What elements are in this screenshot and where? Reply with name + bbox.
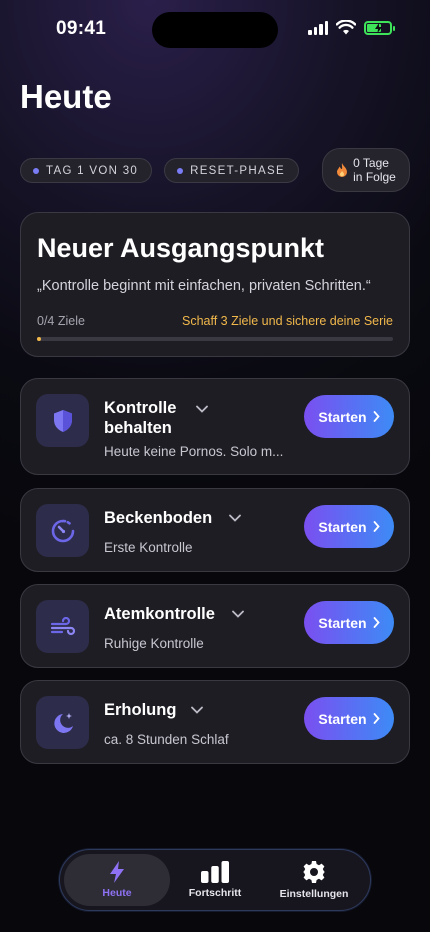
dynamic-island (152, 12, 278, 48)
signal-icon (308, 20, 328, 35)
day-chip-label: TAG 1 VON 30 (46, 164, 139, 177)
task-icon-tile (36, 600, 89, 653)
timer-icon (51, 519, 74, 542)
status-time: 09:41 (56, 18, 107, 39)
hero-title: Neuer Ausgangspunkt (37, 233, 325, 263)
start-button-label: Starten (318, 518, 367, 535)
task-title: Atemkontrolle (104, 604, 215, 624)
chip-dot (177, 167, 184, 174)
streak-badge[interactable]: 0 Tage in Folge (322, 148, 410, 192)
goals-count: 0/4 Ziele (37, 314, 85, 328)
wind-icon (50, 616, 75, 635)
chevron-right-icon (373, 713, 380, 724)
chip-dot (33, 167, 39, 174)
goal-progress-row: 0/4 Ziele Schaff 3 Ziele und sichere dei… (37, 314, 393, 328)
tab-fortschritt[interactable]: Fortschritt (180, 854, 250, 906)
battery-icon (364, 20, 395, 35)
chevron-right-icon (373, 521, 380, 532)
status-bar: 09:41 (0, 0, 430, 60)
chevron-down-icon[interactable] (229, 514, 241, 522)
shield-icon (53, 409, 72, 432)
streak-label: 0 Tage in Folge (353, 156, 396, 184)
task-icon-tile (36, 504, 89, 557)
tab-label: Heute (102, 887, 132, 899)
phase-chips: TAG 1 VON 30 RESET-PHASE (20, 158, 299, 183)
task-title-text: Erholung (104, 701, 177, 719)
task-title: Kontrolle behalten (104, 398, 194, 438)
hero-quote: „Kontrolle beginnt mit einfachen, privat… (37, 278, 371, 294)
start-button-label: Starten (318, 614, 367, 631)
task-title: Beckenboden (104, 508, 212, 528)
task-icon-tile (36, 394, 89, 447)
tab-bar: Heute Fortschritt Einstellungen (59, 849, 371, 911)
bolt-icon (110, 861, 124, 883)
start-button[interactable]: Starten (304, 697, 394, 740)
start-button[interactable]: Starten (304, 601, 394, 644)
chevron-right-icon (373, 411, 380, 422)
start-button[interactable]: Starten (304, 395, 394, 438)
task-card-erholung[interactable]: Erholung ca. 8 Stunden Schlaf Starten (20, 680, 410, 764)
task-icon-tile (36, 696, 89, 749)
status-icons (308, 20, 395, 35)
daily-goal-card: Neuer Ausgangspunkt „Kontrolle beginnt m… (20, 212, 410, 357)
chevron-down-icon[interactable] (191, 706, 203, 714)
task-card-beckenboden[interactable]: Beckenboden Erste Kontrolle Starten (20, 488, 410, 572)
task-subtitle: Ruhige Kontrolle (104, 636, 204, 651)
flame-icon (337, 163, 348, 177)
goal-progress-fill (37, 337, 41, 341)
task-subtitle: Heute keine Pornos. Solo m... (104, 444, 284, 459)
task-subtitle: ca. 8 Stunden Schlaf (104, 732, 229, 747)
chevron-right-icon (373, 617, 380, 628)
page-title: Heute (20, 78, 112, 115)
tab-heute[interactable]: Heute (64, 854, 170, 906)
task-subtitle: Erste Kontrolle (104, 540, 193, 555)
task-title-text: Kontrolle behalten (104, 399, 177, 437)
phase-chip-label: RESET-PHASE (190, 164, 285, 177)
task-title: Erholung (104, 700, 176, 720)
task-title-text: Atemkontrolle (104, 605, 215, 623)
charging-bolt-icon (374, 22, 382, 33)
moon-icon (53, 712, 73, 733)
start-button[interactable]: Starten (304, 505, 394, 548)
task-card-atemkontrolle[interactable]: Atemkontrolle Ruhige Kontrolle Starten (20, 584, 410, 668)
tab-label: Fortschritt (188, 887, 242, 899)
bar-chart-icon (201, 861, 229, 883)
streak-count: 0 Tage (353, 156, 389, 170)
chevron-down-icon[interactable] (196, 405, 208, 413)
task-title-text: Beckenboden (104, 509, 213, 527)
goals-hint: Schaff 3 Ziele und sichere deine Serie (181, 314, 393, 328)
wifi-icon (336, 20, 356, 35)
start-button-label: Starten (318, 710, 367, 727)
streak-suffix: in Folge (353, 170, 396, 184)
goal-progress-bar (37, 337, 393, 341)
day-chip: TAG 1 VON 30 (20, 158, 153, 183)
task-card-kontrolle[interactable]: Kontrolle behalten Heute keine Pornos. S… (20, 378, 410, 475)
start-button-label: Starten (318, 408, 367, 425)
phase-chip: RESET-PHASE (164, 158, 299, 183)
tab-einstellungen[interactable]: Einstellungen (272, 854, 356, 906)
chevron-down-icon[interactable] (232, 610, 244, 618)
tab-label: Einstellungen (279, 888, 349, 900)
gear-icon (303, 861, 325, 883)
